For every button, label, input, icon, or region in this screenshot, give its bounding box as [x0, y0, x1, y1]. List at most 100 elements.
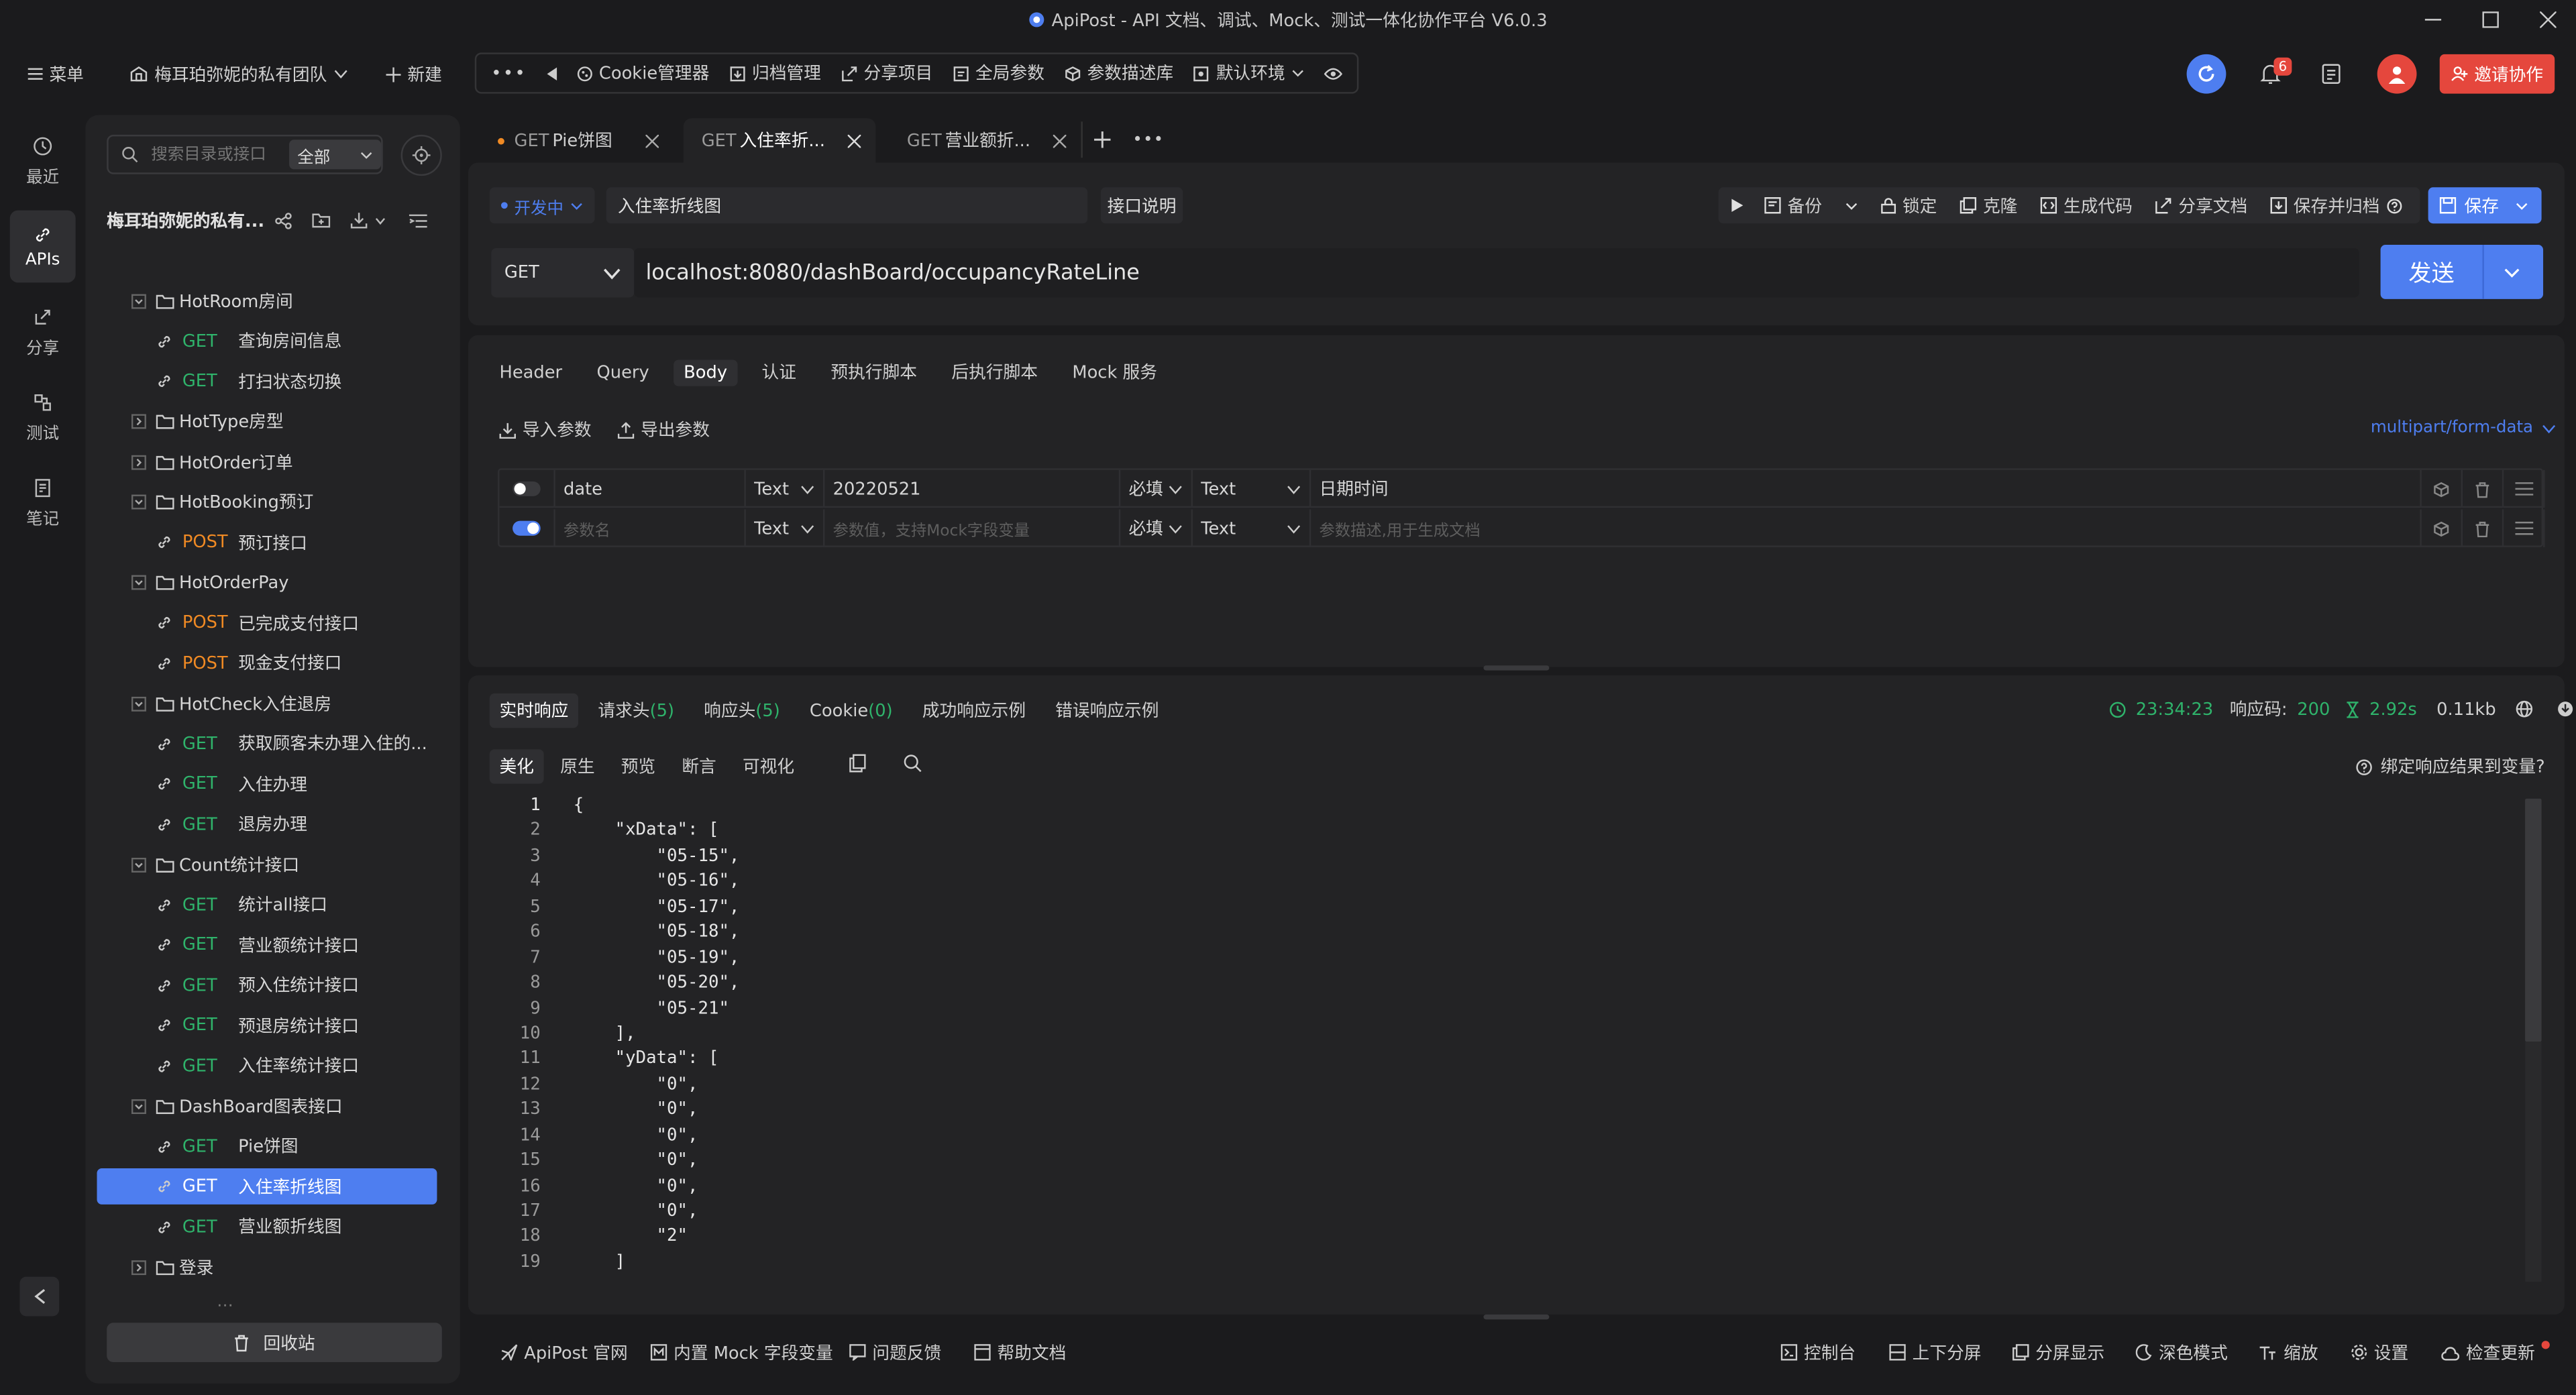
tab-param-0[interactable]: Header [490, 359, 572, 385]
import-params-button[interactable]: 导入参数 [499, 417, 592, 442]
env-selector[interactable]: 默认环境 [1185, 54, 1313, 93]
maximize-icon[interactable] [2461, 0, 2519, 40]
more-tabs-icon[interactable]: ••• [1130, 121, 1167, 158]
tab-request-headers[interactable]: 请求头(5) [588, 693, 684, 728]
save-button[interactable]: 保存 [2428, 187, 2542, 224]
search-input[interactable] [151, 145, 290, 164]
view-tab-0[interactable]: 美化 [489, 749, 544, 784]
close-icon[interactable] [848, 133, 861, 148]
menu-button[interactable]: 菜单 [19, 54, 92, 94]
tree-api-item[interactable]: GET Pie饼图 [85, 1129, 460, 1165]
rail-item-recent[interactable]: 最近 [10, 125, 76, 197]
tree-api-item[interactable]: GET 预入住统计接口 [85, 968, 460, 1004]
tab-success-example[interactable]: 成功响应示例 [912, 693, 1036, 728]
export-params-button[interactable]: 导出参数 [617, 417, 710, 442]
url-input[interactable]: localhost:8080/dashBoard/occupancyRateLi… [634, 247, 2359, 298]
param-desc[interactable]: 日期时间 [1311, 469, 2422, 508]
tab-param-3[interactable]: 认证 [752, 357, 806, 388]
chevron-down-icon[interactable] [131, 696, 146, 712]
tree-api-item[interactable]: POST 预订接口 [85, 524, 460, 561]
backup-button[interactable]: 备份 [1756, 186, 1866, 225]
copy-icon[interactable] [849, 754, 866, 773]
scrollbar-thumb[interactable] [2525, 798, 2542, 1042]
param-desc[interactable]: 参数描述,用于生成文档 [1311, 509, 2422, 547]
sync-icon[interactable] [2186, 54, 2226, 94]
share-project-button[interactable]: 分享项目 [833, 54, 941, 93]
param-toggle[interactable] [499, 469, 555, 508]
check-update-button[interactable]: 检查更新 [2441, 1340, 2535, 1365]
cube-icon[interactable] [2422, 469, 2463, 508]
search-icon[interactable] [904, 755, 922, 773]
param-value[interactable]: 20220521 [824, 469, 1121, 508]
tab-error-example[interactable]: 错误响应示例 [1045, 693, 1169, 728]
tree-folder[interactable]: HotCheck入住退房 [85, 685, 460, 722]
tree-api-item[interactable]: GET 查询房间信息 [85, 323, 460, 359]
param-required[interactable]: 必填 [1120, 469, 1193, 508]
tree-api-item[interactable]: GET 营业额统计接口 [85, 928, 460, 964]
notes-icon[interactable] [2316, 59, 2346, 89]
help-icon[interactable] [2386, 198, 2402, 213]
help-docs-link[interactable]: 帮助文档 [974, 1340, 1066, 1365]
feedback-link[interactable]: 问题反馈 [849, 1340, 941, 1365]
tree-api-item[interactable]: GET 预退房统计接口 [85, 1008, 460, 1044]
gen-code-button[interactable]: 生成代码 [2032, 186, 2141, 225]
tree-folder[interactable]: HotBooking预订 [85, 484, 460, 520]
tree-api-item[interactable]: GET 统计all接口 [85, 887, 460, 924]
doc-button[interactable]: 接口说明 [1100, 187, 1183, 224]
tree-api-item[interactable]: GET 营业额折线图 [85, 1209, 460, 1245]
chevron-down-icon[interactable] [131, 575, 146, 590]
view-tab-4[interactable]: 可视化 [733, 749, 804, 783]
split-display-button[interactable]: 分屏显示 [2012, 1340, 2104, 1365]
tree-api-item[interactable]: GET 获取顾客未办理入住的... [85, 726, 460, 762]
clone-button[interactable]: 克隆 [1951, 186, 2025, 225]
tab-param-2[interactable]: Body [674, 359, 737, 386]
resize-handle[interactable] [1483, 1315, 1550, 1320]
invite-button[interactable]: 邀请协作 [2439, 54, 2555, 94]
tree-folder[interactable]: Count统计接口 [85, 846, 460, 883]
globe-icon[interactable] [2516, 700, 2534, 718]
close-icon[interactable] [1053, 133, 1067, 148]
new-folder-icon[interactable] [312, 212, 331, 229]
close-icon[interactable] [645, 133, 659, 148]
chevron-right-icon[interactable] [131, 1260, 146, 1276]
param-name[interactable]: date [555, 469, 746, 508]
team-selector[interactable]: 梅耳珀弥妮的私有团队 [121, 54, 356, 94]
response-body[interactable]: 1{2 "xData": [3 "05-15", 4 "05-16", 5 "05-… [494, 793, 2532, 1283]
param-vtype[interactable]: Text [1193, 509, 1311, 547]
global-params-button[interactable]: 全局参数 [945, 54, 1053, 93]
method-select[interactable]: GET [491, 247, 635, 298]
rail-item-notes[interactable]: 笔记 [10, 467, 76, 539]
lock-button[interactable]: 锁定 [1873, 186, 1945, 225]
rail-item-share[interactable]: 分享 [10, 296, 76, 368]
request-name-input[interactable]: 入住率折线图 [606, 187, 1088, 224]
tree-api-item[interactable]: GET 入住率折线图 [97, 1169, 437, 1205]
share-project-icon[interactable] [274, 211, 292, 229]
param-desc-button[interactable]: 参数描述库 [1056, 54, 1181, 93]
collapse-left-icon[interactable] [538, 54, 564, 93]
drag-handle-icon[interactable] [2504, 469, 2545, 508]
chevron-down-icon[interactable] [131, 857, 146, 873]
tab-param-4[interactable]: 预执行脚本 [821, 357, 927, 388]
trash-icon[interactable] [2463, 469, 2504, 508]
bind-response-button[interactable]: 绑定响应结果到变量? [2356, 755, 2545, 779]
eye-icon[interactable] [1316, 54, 1350, 93]
tree-api-item[interactable]: POST 已完成支付接口 [85, 605, 460, 641]
download-icon[interactable] [2557, 700, 2575, 718]
chevron-down-icon[interactable] [374, 216, 386, 224]
mock-vars-link[interactable]: 内置 Mock 字段变量 [650, 1340, 833, 1365]
tab-param-1[interactable]: Query [587, 359, 659, 385]
chevron-down-icon[interactable] [131, 494, 146, 510]
tree-api-item[interactable]: GET 入住率统计接口 [85, 1048, 460, 1084]
param-type[interactable]: Text [746, 469, 825, 508]
view-tab-3[interactable]: 断言 [672, 749, 727, 783]
close-window-icon[interactable] [2518, 0, 2576, 40]
add-tab-icon[interactable] [1081, 121, 1122, 158]
param-type[interactable]: Text [746, 509, 825, 547]
tree-folder[interactable]: HotRoom房间 [85, 282, 460, 319]
locate-icon[interactable] [400, 134, 442, 176]
zoom-button[interactable]: 缩放 [2259, 1340, 2318, 1365]
trash-icon[interactable] [2463, 509, 2504, 547]
tree-api-item[interactable]: GET 入住办理 [85, 766, 460, 802]
cookie-manager-button[interactable]: Cookie管理器 [568, 54, 717, 93]
chevron-down-icon[interactable] [2515, 201, 2528, 209]
